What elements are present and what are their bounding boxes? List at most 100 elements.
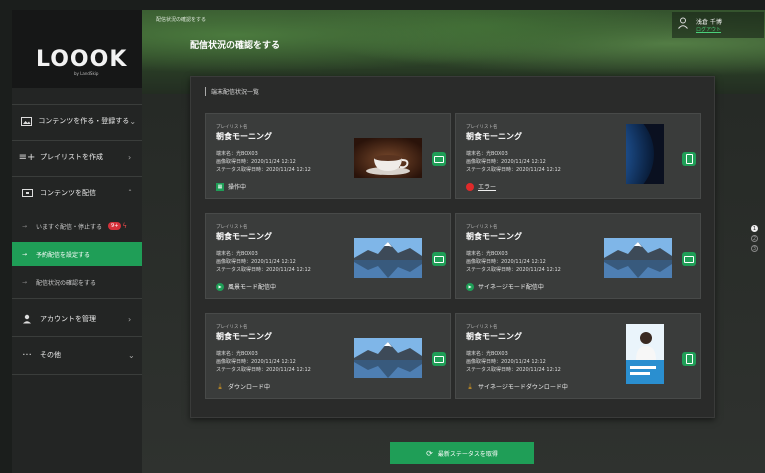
notification-badge: 9+ — [108, 222, 122, 230]
terminal-name: 端末名：光BOX03 — [216, 351, 258, 357]
status-time: ステータス取得日時：2020/11/24 12:12 — [216, 367, 311, 373]
thumbnail-mountain — [604, 238, 672, 278]
sidebar-subitem-label: 予約配信を設定する — [36, 251, 91, 259]
device-info: 端末名：光BOX03 画像取得日時：2020/11/24 12:12 ステータス… — [216, 150, 311, 174]
device-card: プレイリスト名 朝食モーニング 端末名：光BOX03 画像取得日時：2020/1… — [205, 313, 451, 399]
status-label[interactable]: エラー — [478, 182, 496, 191]
playlist-caption: プレイリスト名 — [216, 125, 248, 130]
more-icon: ··· — [22, 349, 32, 361]
device-landscape-button[interactable] — [432, 252, 446, 266]
display-icon — [18, 188, 36, 198]
terminal-name: 端末名：光BOX03 — [216, 251, 258, 257]
device-info: 端末名：光BOX03 画像取得日時：2020/11/24 12:12 ステータス… — [466, 150, 561, 174]
sidebar-item-deliver[interactable]: コンテンツを配信 ˆ — [12, 178, 142, 208]
sidebar-subitem-label: 配信状況の確認をする — [36, 279, 97, 287]
sidebar: LOOOK by LandSkip コンテンツを作る・登録する ⌄ ≡+ プレイ… — [12, 10, 143, 473]
sidebar-item-label: プレイリストを作成 — [40, 153, 103, 161]
playlist-caption: プレイリスト名 — [466, 125, 498, 130]
sidebar-item-account[interactable]: アカウントを管理 › — [12, 304, 142, 334]
device-portrait-button[interactable] — [682, 352, 696, 366]
bolt-icon: ϟ — [122, 222, 128, 230]
sidebar-item-other[interactable]: ··· その他 ⌄ — [12, 340, 142, 370]
page-dot-active[interactable]: 1 — [751, 225, 758, 232]
user-icon — [18, 314, 36, 324]
status-time: ステータス取得日時：2020/11/24 12:12 — [466, 167, 561, 173]
page-dot[interactable]: 3 — [751, 245, 758, 252]
chevron-down-icon: ⌄ — [128, 350, 135, 360]
playlist-caption: プレイリスト名 — [216, 225, 248, 230]
arrow-right-icon: → — [22, 250, 28, 258]
chevron-up-icon: ˆ — [128, 188, 132, 198]
status-label: 風景モード配信中 — [228, 284, 277, 291]
status-indicator: ⤓ サイネージモードダウンロード中 — [466, 382, 568, 392]
sidebar-item-label: アカウントを管理 — [40, 315, 96, 323]
page-dot[interactable]: 2 — [751, 235, 758, 242]
image-time: 画像取得日時：2020/11/24 12:12 — [216, 259, 296, 265]
play-icon: ▶ — [466, 282, 474, 291]
thumbnail-mountain — [354, 238, 422, 278]
arrow-right-icon: → — [22, 278, 28, 286]
device-landscape-button[interactable] — [682, 252, 696, 266]
chevron-down-icon: ⌄ — [129, 116, 137, 126]
playlist-name: 朝食モーニング — [216, 332, 272, 341]
chevron-right-icon: › — [128, 314, 132, 324]
sidebar-item-label: コンテンツを配信 — [40, 189, 96, 197]
status-panel: 端末配信状況一覧 プレイリスト名 朝食モーニング 端末名：光BOX03 画像取得… — [190, 76, 715, 418]
thumbnail-poster — [626, 324, 664, 384]
thumbnail-coffee — [354, 138, 422, 178]
refresh-status-button[interactable]: ⟳ 最新ステータスを取得 — [390, 442, 534, 464]
device-card: プレイリスト名 朝食モーニング 端末名：光BOX03 画像取得日時：2020/1… — [205, 213, 451, 299]
sidebar-item-label: コンテンツを作る・登録する — [38, 117, 130, 125]
device-landscape-button[interactable] — [432, 352, 446, 366]
device-card: プレイリスト名 朝食モーニング 端末名：光BOX03 画像取得日時：2020/1… — [455, 313, 701, 399]
panel-title: 端末配信状況一覧 — [205, 87, 259, 96]
terminal-name: 端末名：光BOX03 — [216, 151, 258, 157]
status-label: ダウンロード中 — [228, 384, 271, 391]
sidebar-item-playlist[interactable]: ≡+ プレイリストを作成 › — [12, 142, 142, 172]
page-title: 配信状況の確認をする — [190, 41, 281, 51]
error-icon — [466, 182, 474, 191]
sidebar-subitem-status[interactable]: → 配信状況の確認をする — [12, 270, 142, 294]
device-landscape-button[interactable] — [432, 152, 446, 166]
terminal-name: 端末名：光BOX03 — [466, 351, 508, 357]
refresh-label: 最新ステータスを取得 — [437, 450, 498, 458]
device-card: プレイリスト名 朝食モーニング 端末名：光BOX03 画像取得日時：2020/1… — [455, 213, 701, 299]
status-label: 操作中 — [228, 184, 247, 191]
status-time: ステータス取得日時：2020/11/24 12:12 — [466, 367, 561, 373]
sidebar-item-create[interactable]: コンテンツを作る・登録する ⌄ — [12, 106, 142, 136]
refresh-icon: ⟳ — [426, 448, 433, 458]
sidebar-subitem-reserve[interactable]: → 予約配信を設定する — [12, 242, 142, 266]
sidebar-subitem-now[interactable]: → いますぐ配信・停止する 9+ ϟ — [12, 214, 142, 238]
user-icon — [678, 17, 688, 32]
playlist-icon: ≡+ — [18, 151, 36, 163]
status-indicator: エラー — [466, 182, 496, 191]
download-icon: ⤓ — [218, 381, 222, 391]
arrow-right-icon: → — [22, 222, 28, 230]
image-time: 画像取得日時：2020/11/24 12:12 — [466, 159, 546, 165]
playlist-name: 朝食モーニング — [216, 132, 272, 141]
device-info: 端末名：光BOX03 画像取得日時：2020/11/24 12:12 ステータス… — [466, 250, 561, 274]
logout-link[interactable]: ログアウト — [696, 26, 721, 33]
status-indicator: ⤓ ダウンロード中 — [216, 381, 271, 392]
breadcrumb: 配信状況の確認をする — [156, 17, 207, 23]
status-time: ステータス取得日時：2020/11/24 12:12 — [216, 267, 311, 273]
playlist-caption: プレイリスト名 — [466, 325, 498, 330]
device-info: 端末名：光BOX03 画像取得日時：2020/11/24 12:12 ステータス… — [216, 250, 311, 274]
status-label: サイネージモード配信中 — [478, 284, 544, 291]
user-menu: 浅倉 千博 ログアウト — [672, 12, 764, 38]
logo-area: LOOOK by LandSkip — [12, 10, 142, 88]
image-time: 画像取得日時：2020/11/24 12:12 — [466, 259, 546, 265]
app-frame: LOOOK by LandSkip コンテンツを作る・登録する ⌄ ≡+ プレイ… — [0, 0, 765, 473]
device-info: 端末名：光BOX03 画像取得日時：2020/11/24 12:12 ステータス… — [466, 350, 561, 374]
playlist-caption: プレイリスト名 — [216, 325, 248, 330]
device-portrait-button[interactable] — [682, 152, 696, 166]
playlist-name: 朝食モーニング — [466, 132, 522, 141]
playlist-name: 朝食モーニング — [466, 332, 522, 341]
sidebar-item-label: その他 — [40, 351, 61, 359]
status-indicator: ▶ 風景モード配信中 — [216, 282, 276, 291]
operating-icon: ▦ — [216, 182, 224, 191]
device-card: プレイリスト名 朝食モーニング 端末名：光BOX03 画像取得日時：2020/1… — [205, 113, 451, 199]
logo-sub: by LandSkip — [74, 71, 99, 76]
terminal-name: 端末名：光BOX03 — [466, 251, 508, 257]
chevron-right-icon: › — [128, 152, 132, 162]
